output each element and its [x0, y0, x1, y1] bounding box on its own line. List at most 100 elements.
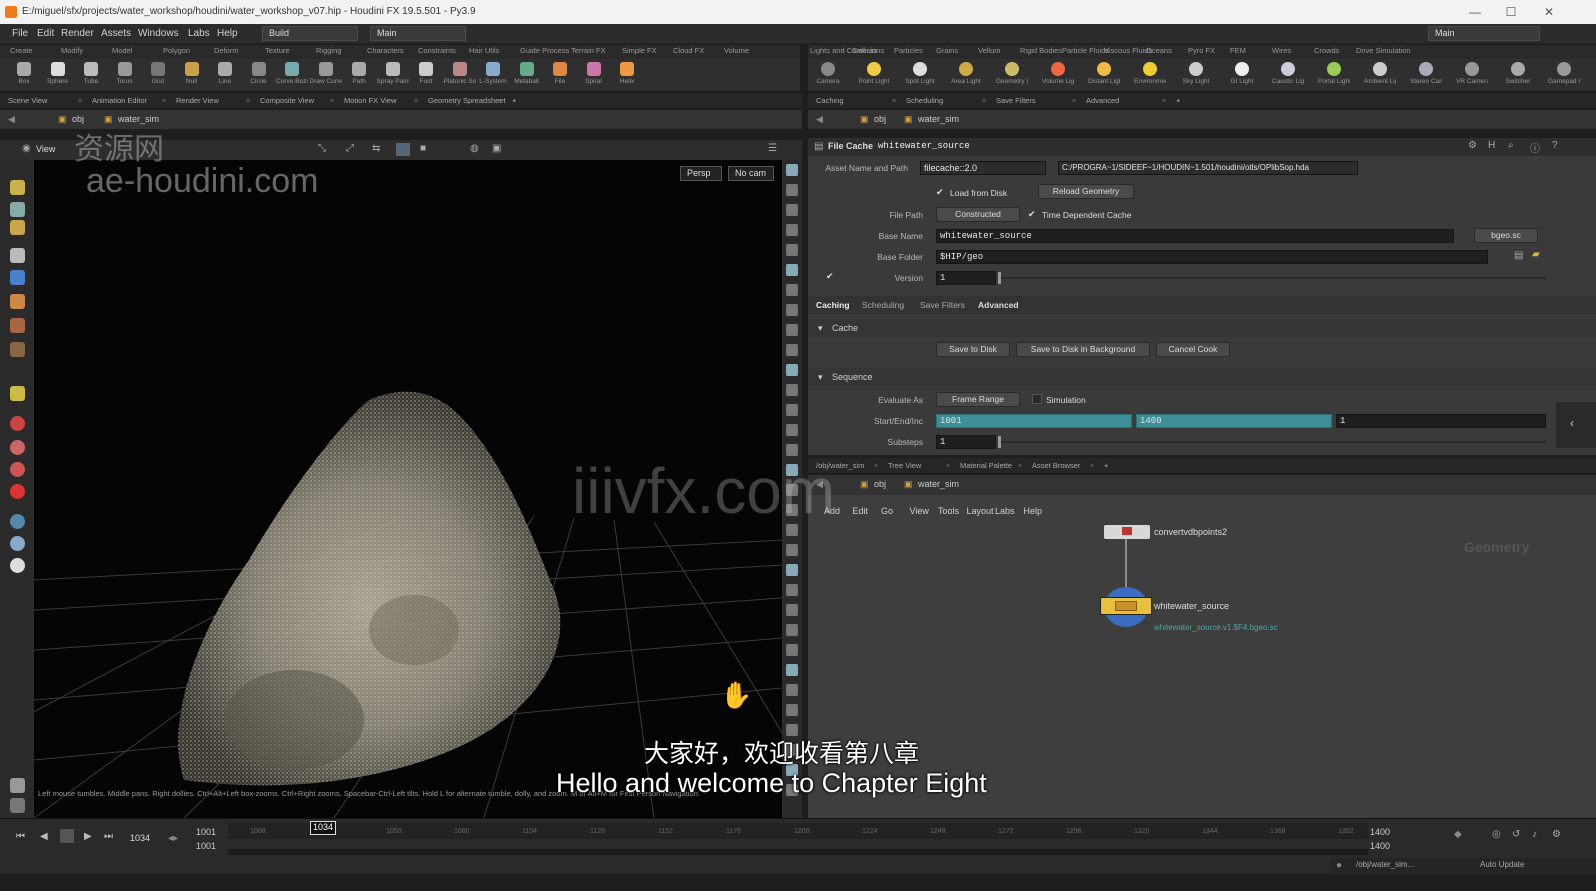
screenshot-icon[interactable]: ▣ — [492, 143, 501, 154]
viewport-display-tool-icon[interactable] — [786, 684, 798, 696]
paint-tool-icon[interactable] — [10, 294, 25, 309]
convertvdbpoints2-node[interactable] — [1104, 525, 1150, 539]
loop-icon[interactable]: ↺ — [1512, 829, 1520, 840]
shelf-tool-ambient-light[interactable]: Ambient Light — [1364, 61, 1396, 85]
breadcrumb-water-sim[interactable]: water_sim — [118, 114, 159, 124]
tab-asset-browser[interactable]: Asset Browser — [1032, 461, 1080, 470]
reload-geometry-button[interactable]: Reload Geometry — [1038, 184, 1134, 199]
shelf-tool-geometry-light[interactable]: Geometry Light — [996, 61, 1028, 85]
viewport-display-tool-icon[interactable] — [786, 704, 798, 716]
shelf-tab-simple-fx[interactable]: Simple FX — [622, 46, 657, 55]
shelf-tab-polygon[interactable]: Polygon — [163, 46, 190, 55]
base-name-field[interactable]: whitewater_source — [936, 229, 1454, 243]
shelf-tab-vellum[interactable]: Vellum — [978, 46, 1001, 55]
shelf-tool-font[interactable]: Font — [410, 61, 442, 85]
node-name-field[interactable]: whitewater_source — [878, 141, 970, 151]
close-tab-icon[interactable]: × — [78, 96, 82, 105]
camera-dropdown[interactable]: No cam — [728, 166, 774, 181]
time-dependent-checkbox[interactable]: ✔ — [1028, 209, 1036, 220]
viewport-display-tool-icon[interactable] — [786, 264, 798, 276]
sculpt-tool-icon[interactable] — [10, 342, 25, 357]
timeline-cursor[interactable]: 1034 — [310, 821, 336, 835]
pose-tool-icon[interactable] — [10, 220, 25, 235]
home-tool-icon[interactable] — [10, 558, 25, 573]
shelf-tool-circle[interactable]: Circle — [243, 61, 275, 85]
shelf-tab-crowds[interactable]: Crowds — [1314, 46, 1339, 55]
shelf-tool-file[interactable]: File — [544, 61, 576, 85]
viewport-display-tool-icon[interactable] — [786, 344, 798, 356]
file-chooser-icon[interactable]: ▤ — [1514, 250, 1523, 261]
view-label[interactable]: View — [36, 144, 55, 154]
version-slider-handle[interactable] — [998, 272, 1001, 284]
current-frame-field[interactable]: 1034 — [130, 833, 150, 843]
viewport-display-tool-icon[interactable] — [786, 524, 798, 536]
add-tab-icon[interactable]: + — [512, 96, 516, 105]
shelf-tool-spray-paint[interactable]: Spray Paint — [377, 61, 409, 85]
shelf-tab-collisions[interactable]: Collisions — [852, 46, 884, 55]
timeline-settings-icon[interactable]: ⚙ — [1552, 829, 1561, 840]
viewport-display-tool-icon[interactable] — [786, 604, 798, 616]
end-frame-field[interactable]: 1400 — [1136, 414, 1332, 428]
simulation-checkbox[interactable] — [1032, 394, 1042, 404]
menu-assets[interactable]: Assets — [101, 28, 131, 39]
viewport-display-tool-icon[interactable] — [786, 564, 798, 576]
increment-field[interactable]: 1 — [1336, 414, 1546, 428]
cancel-cook-button[interactable]: Cancel Cook — [1156, 342, 1230, 357]
shelf-tab-hair-utils[interactable]: Hair Utils — [469, 46, 499, 55]
play-icon[interactable]: ▶ — [84, 831, 92, 842]
shelf-tab-guide-process[interactable]: Guide Process — [520, 46, 569, 55]
shelf-tool-line[interactable]: Line — [209, 61, 241, 85]
viewport-display-tool-icon[interactable] — [786, 324, 798, 336]
tab-scheduling[interactable]: Scheduling — [906, 96, 943, 105]
shelf-tool-point-light[interactable]: Point Light — [858, 61, 890, 85]
shelf-tool-sphere[interactable]: Sphere — [42, 61, 74, 85]
viewport-display-tool-icon[interactable] — [786, 584, 798, 596]
viewport-display-tool-icon[interactable] — [786, 224, 798, 236]
tab-obj-water-sim[interactable]: /obj/water_sim — [816, 461, 864, 470]
view-tool-icon[interactable] — [10, 202, 25, 217]
menu-edit[interactable]: Edit — [37, 28, 54, 39]
shelf-tab-grains[interactable]: Grains — [936, 46, 958, 55]
substeps-slider[interactable] — [998, 436, 1546, 448]
shelf-tab-rigging[interactable]: Rigging — [316, 46, 341, 55]
tab-motion-fx-view[interactable]: Motion FX View — [344, 96, 396, 105]
breadcrumb-water-sim[interactable]: water_sim — [918, 114, 959, 124]
viewport-display-tool-icon[interactable] — [786, 244, 798, 256]
orbit-tool-icon[interactable] — [10, 536, 25, 551]
info-icon[interactable]: ⓘ — [1530, 140, 1540, 155]
shelf-tool-distant-light[interactable]: Distant Light — [1088, 61, 1120, 85]
handle-tool-icon[interactable] — [10, 180, 25, 195]
close-button[interactable]: ✕ — [1534, 0, 1564, 24]
shelf-tab-drive-simulation[interactable]: Drive Simulation — [1356, 46, 1411, 55]
shelf-tab-oceans[interactable]: Oceans — [1146, 46, 1172, 55]
select-tool-icon[interactable]: ⤡ — [318, 143, 326, 154]
version-field[interactable]: 1 — [936, 271, 996, 285]
shelf-tool-portal-light[interactable]: Portal Light — [1318, 61, 1350, 85]
shelf-tab-wires[interactable]: Wires — [1272, 46, 1291, 55]
viewport-display-tool-icon[interactable] — [786, 364, 798, 376]
scene-viewport[interactable]: Persp No cam Left mouse tumbles. Middle … — [34, 160, 782, 818]
asset-name-field[interactable]: filecache::2.0 — [920, 161, 1046, 175]
shelf-tab-pyro-fx[interactable]: Pyro FX — [1188, 46, 1215, 55]
shelf-tool-null[interactable]: Null — [176, 61, 208, 85]
shelf-tool-l-system[interactable]: L-System — [477, 61, 509, 85]
tab-scene-view[interactable]: Scene View — [8, 96, 47, 105]
tab-render-view[interactable]: Render View — [176, 96, 219, 105]
shelf-tool-metaball[interactable]: Metaball — [511, 61, 543, 85]
viewport-display-tool-icon[interactable] — [786, 204, 798, 216]
close-tab-icon[interactable]: × — [982, 96, 986, 105]
display-icon[interactable]: ■ — [420, 143, 426, 154]
close-tab-icon[interactable]: × — [874, 461, 878, 470]
shelf-tool-box[interactable]: Box — [8, 61, 40, 85]
shelf-tab-characters[interactable]: Characters — [367, 46, 404, 55]
shelf-tool-gi-light[interactable]: GI Light — [1226, 61, 1258, 85]
shelf-tab-constraints[interactable]: Constraints — [418, 46, 456, 55]
viewport-display-tool-icon[interactable] — [786, 424, 798, 436]
shelf-tab-model[interactable]: Model — [112, 46, 132, 55]
close-tab-icon[interactable]: × — [162, 96, 166, 105]
settings-tool-icon[interactable] — [10, 778, 25, 793]
shelf-tab-viscous-fluids[interactable]: Viscous Fluids — [1104, 46, 1152, 55]
shelf-tab-cloud-fx[interactable]: Cloud FX — [673, 46, 704, 55]
viewport-display-tool-icon[interactable] — [786, 164, 798, 176]
add-tab-icon[interactable]: + — [1104, 461, 1108, 470]
